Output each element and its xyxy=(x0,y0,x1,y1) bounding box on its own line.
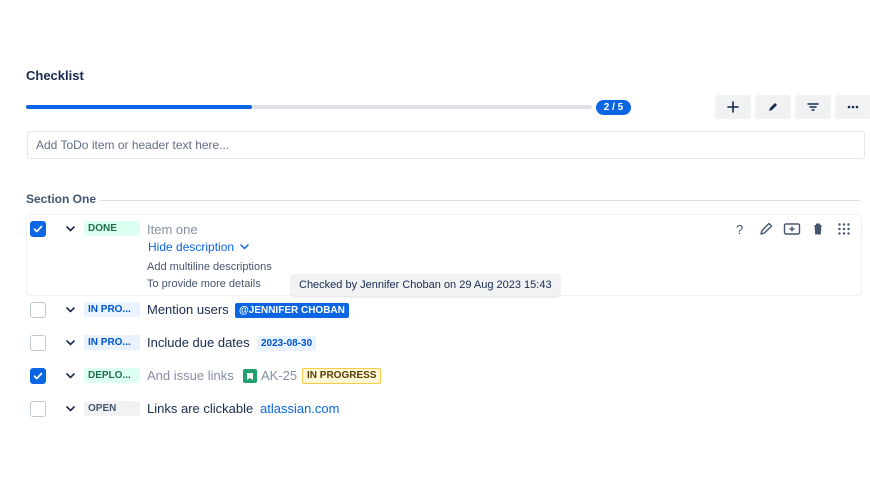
expand-chevron[interactable] xyxy=(64,304,76,316)
hide-description-label: Hide description xyxy=(148,240,235,254)
item-actions: ? xyxy=(731,220,853,238)
chevron-down-icon xyxy=(65,406,75,412)
checked-by-tooltip: Checked by Jennifer Choban on 29 Aug 202… xyxy=(291,274,560,296)
checkmark-icon xyxy=(33,372,43,380)
status-badge[interactable]: IN PRO... xyxy=(84,335,140,350)
item-checkbox[interactable] xyxy=(30,401,46,417)
chevron-down-icon xyxy=(65,340,75,346)
pencil-icon[interactable] xyxy=(757,220,775,238)
item-checkbox[interactable] xyxy=(30,335,46,351)
expand-chevron[interactable] xyxy=(64,403,76,415)
pencil-icon xyxy=(769,103,777,111)
checkmark-icon xyxy=(33,225,43,233)
status-badge[interactable]: IN PRO... xyxy=(84,302,140,317)
filter-icon xyxy=(807,103,819,111)
status-badge[interactable]: DONE xyxy=(84,221,140,236)
issue-status-badge: IN PROGRESS xyxy=(302,368,382,384)
status-badge[interactable]: OPEN xyxy=(84,401,140,416)
question-icon[interactable]: ? xyxy=(731,220,749,238)
svg-text:?: ? xyxy=(736,222,743,236)
add-todo-input[interactable] xyxy=(27,131,865,159)
expand-chevron[interactable] xyxy=(64,223,76,235)
ellipsis-icon xyxy=(847,105,859,109)
progress-fill xyxy=(26,105,253,109)
add-card-icon[interactable] xyxy=(783,220,801,238)
item-text[interactable]: And issue links xyxy=(147,368,234,383)
more-button[interactable] xyxy=(835,95,870,119)
chevron-down-icon xyxy=(65,307,75,313)
plus-icon xyxy=(727,101,739,113)
due-date-chip[interactable]: 2023-08-30 xyxy=(257,336,317,351)
checklist-toolbar xyxy=(715,95,870,119)
item-checkbox[interactable] xyxy=(30,221,46,237)
status-badge[interactable]: DEPLO... xyxy=(84,368,140,383)
drag-grid-icon[interactable] xyxy=(835,220,853,238)
item-text[interactable]: Mention users xyxy=(147,302,229,317)
item-text[interactable]: Item one xyxy=(147,222,198,237)
trash-icon[interactable] xyxy=(809,220,827,238)
expand-chevron[interactable] xyxy=(64,337,76,349)
description-line: Add multiline descriptions xyxy=(147,261,272,273)
progress-bar xyxy=(26,105,592,109)
hide-description-toggle[interactable]: Hide description xyxy=(148,240,249,254)
section-divider xyxy=(100,199,860,201)
item-text[interactable]: Links are clickable xyxy=(147,401,253,416)
section-title: Section One xyxy=(26,192,97,206)
external-link[interactable]: atlassian.com xyxy=(260,401,339,416)
checklist-title: Checklist xyxy=(26,68,84,83)
issue-key-link[interactable]: AK-25 xyxy=(261,368,297,383)
item-checkbox[interactable] xyxy=(30,368,46,384)
item-text[interactable]: Include due dates xyxy=(147,335,250,350)
story-icon xyxy=(243,369,257,383)
chevron-down-icon xyxy=(65,226,75,232)
add-button[interactable] xyxy=(715,95,751,119)
chevron-down-icon xyxy=(65,373,75,379)
user-mention[interactable]: @JENNIFER CHOBAN xyxy=(235,303,349,318)
section-header: Section One xyxy=(26,192,860,206)
description-line: To provide more details xyxy=(147,278,261,290)
edit-button[interactable] xyxy=(755,95,791,119)
progress-badge: 2 / 5 xyxy=(596,100,631,115)
item-checkbox[interactable] xyxy=(30,302,46,318)
chevron-down-icon xyxy=(240,244,249,250)
filter-button[interactable] xyxy=(795,95,831,119)
expand-chevron[interactable] xyxy=(64,370,76,382)
